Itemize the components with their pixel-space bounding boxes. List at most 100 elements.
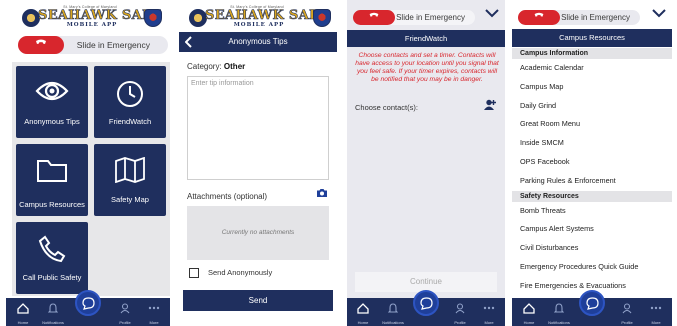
phone-icon — [36, 39, 46, 44]
back-arrow-icon[interactable] — [185, 36, 193, 48]
home-tile-grid: Anonymous Tips FriendWatch Campus Resour… — [12, 62, 170, 296]
attachments-label: Attachments (optional) — [187, 192, 268, 201]
continue-button[interactable]: Continue — [355, 272, 497, 292]
emergency-slider[interactable]: Slide in Emergency — [18, 36, 168, 54]
emergency-slider[interactable]: Slide in Emergency — [518, 10, 640, 25]
logo-title: SEAHAWK SAFE — [38, 8, 162, 24]
emergency-slider-label: Slide in Emergency — [76, 40, 150, 50]
page-title-bar: Campus Resources — [512, 29, 672, 47]
tile-safety-map[interactable]: Safety Map — [94, 144, 166, 216]
chevron-down-icon[interactable] — [652, 9, 666, 18]
bell-icon — [553, 303, 565, 313]
tile-campus-resources[interactable]: Campus Resources — [16, 144, 88, 216]
nav-more[interactable]: More — [474, 301, 504, 325]
list-item[interactable]: Parking Rules & Enforcement — [512, 172, 672, 191]
tile-label: Safety Map — [111, 195, 149, 204]
tile-label: Campus Resources — [19, 200, 85, 209]
add-contact-icon[interactable] — [484, 99, 497, 110]
logo-subtitle: MOBILE APP — [66, 22, 118, 28]
list-item[interactable]: Bomb Threats — [512, 202, 672, 221]
choose-contacts-label: Choose contact(s): — [355, 103, 418, 112]
list-item[interactable]: Civil Disturbances — [512, 239, 672, 258]
list-item[interactable]: Daily Grind — [512, 97, 672, 116]
phone-icon — [534, 12, 544, 17]
chat-bubble-icon — [420, 297, 433, 310]
nav-notifications[interactable]: Notifications — [378, 301, 408, 325]
list-item[interactable]: Campus Alert Systems — [512, 220, 672, 239]
tile-call-public-safety[interactable]: Call Public Safety — [16, 222, 88, 294]
list-item[interactable]: Campus Map — [512, 78, 672, 97]
nav-home[interactable]: Home — [8, 301, 38, 325]
nav-more[interactable]: More — [139, 301, 169, 325]
category-label: Category: — [187, 62, 222, 71]
emergency-slider-knob[interactable] — [18, 36, 64, 54]
list-item[interactable]: Emergency Procedures Quick Guide — [512, 258, 672, 277]
nav-profile[interactable]: Profile — [445, 301, 475, 325]
police-badge-icon — [313, 9, 331, 27]
map-icon — [115, 157, 145, 183]
list-item[interactable]: OPS Facebook — [512, 153, 672, 172]
page-title-bar: FriendWatch — [347, 30, 505, 47]
chevron-down-icon[interactable] — [485, 9, 499, 18]
attachments-area: Currently no attachments — [187, 206, 329, 260]
home-icon — [523, 303, 535, 314]
nav-chat-button[interactable] — [413, 290, 439, 316]
user-icon — [622, 303, 632, 314]
tile-label: FriendWatch — [108, 117, 152, 126]
bottom-nav: Home Notifications Profile More — [347, 290, 505, 326]
list-item[interactable]: Academic Calendar — [512, 59, 672, 78]
eye-icon — [35, 81, 69, 101]
bell-icon — [387, 303, 399, 313]
logo-title: SEAHAWK SAFE — [205, 8, 329, 24]
nav-home[interactable]: Home — [514, 301, 544, 325]
emergency-slider-label: Slide in Emergency — [561, 13, 630, 22]
tip-description-placeholder: Enter tip information — [191, 80, 254, 87]
emergency-slider[interactable]: Slide in Emergency — [353, 10, 475, 25]
more-dots-icon — [483, 306, 495, 310]
send-anonymously-checkbox[interactable] — [189, 268, 199, 278]
send-anonymously-label: Send Anonymously — [208, 268, 273, 277]
anonymous-tips-screen: St. Mary's College of Maryland SEAHAWK S… — [179, 0, 337, 326]
friendwatch-instructions: Choose contacts and set a timer. Contact… — [355, 52, 499, 83]
phone-icon — [38, 235, 66, 263]
police-badge-icon — [144, 9, 162, 27]
tile-label: Anonymous Tips — [24, 117, 80, 126]
nav-notifications[interactable]: Notifications — [38, 301, 68, 325]
user-icon — [120, 303, 130, 314]
resources-list: Campus Information Academic Calendar Cam… — [512, 48, 672, 296]
camera-icon[interactable] — [316, 188, 328, 198]
more-dots-icon — [148, 306, 160, 310]
page-title-bar: Anonymous Tips — [179, 32, 337, 52]
tile-friendwatch[interactable]: FriendWatch — [94, 66, 166, 138]
folder-icon — [37, 160, 67, 182]
friendwatch-screen: Slide in Emergency FriendWatch Choose co… — [347, 0, 505, 326]
bottom-nav: Home Notifications Profile More — [6, 290, 170, 326]
list-item[interactable]: Great Room Menu — [512, 115, 672, 134]
category-selector[interactable]: Category: Other — [187, 62, 245, 71]
bell-icon — [47, 303, 59, 313]
section-header: Campus Information — [512, 48, 672, 59]
emergency-slider-knob[interactable] — [353, 10, 395, 25]
bottom-nav: Home Notifications Profile More — [512, 290, 672, 326]
home-screen: St. Mary's College of Maryland SEAHAWK S… — [6, 0, 170, 326]
emergency-header: Slide in Emergency — [347, 0, 505, 34]
send-button[interactable]: Send — [183, 290, 333, 311]
emergency-slider-knob[interactable] — [518, 10, 560, 25]
nav-more[interactable]: More — [641, 301, 671, 325]
page-title: Anonymous Tips — [228, 37, 288, 46]
tip-description-input[interactable]: Enter tip information — [187, 76, 329, 180]
nav-profile[interactable]: Profile — [110, 301, 140, 325]
nav-profile[interactable]: Profile — [612, 301, 642, 325]
campus-resources-screen: Slide in Emergency Campus Resources Camp… — [512, 0, 672, 326]
chat-bubble-icon — [82, 297, 95, 310]
app-logo: St. Mary's College of Maryland SEAHAWK S… — [179, 5, 337, 31]
tile-anonymous-tips[interactable]: Anonymous Tips — [16, 66, 88, 138]
app-logo: St. Mary's College of Maryland SEAHAWK S… — [6, 5, 170, 31]
nav-chat-button[interactable] — [579, 290, 605, 316]
nav-notifications[interactable]: Notifications — [544, 301, 574, 325]
list-item[interactable]: Inside SMCM — [512, 134, 672, 153]
clock-icon — [117, 81, 143, 107]
nav-home[interactable]: Home — [348, 301, 378, 325]
nav-chat-button[interactable] — [75, 290, 101, 316]
home-icon — [357, 303, 369, 314]
